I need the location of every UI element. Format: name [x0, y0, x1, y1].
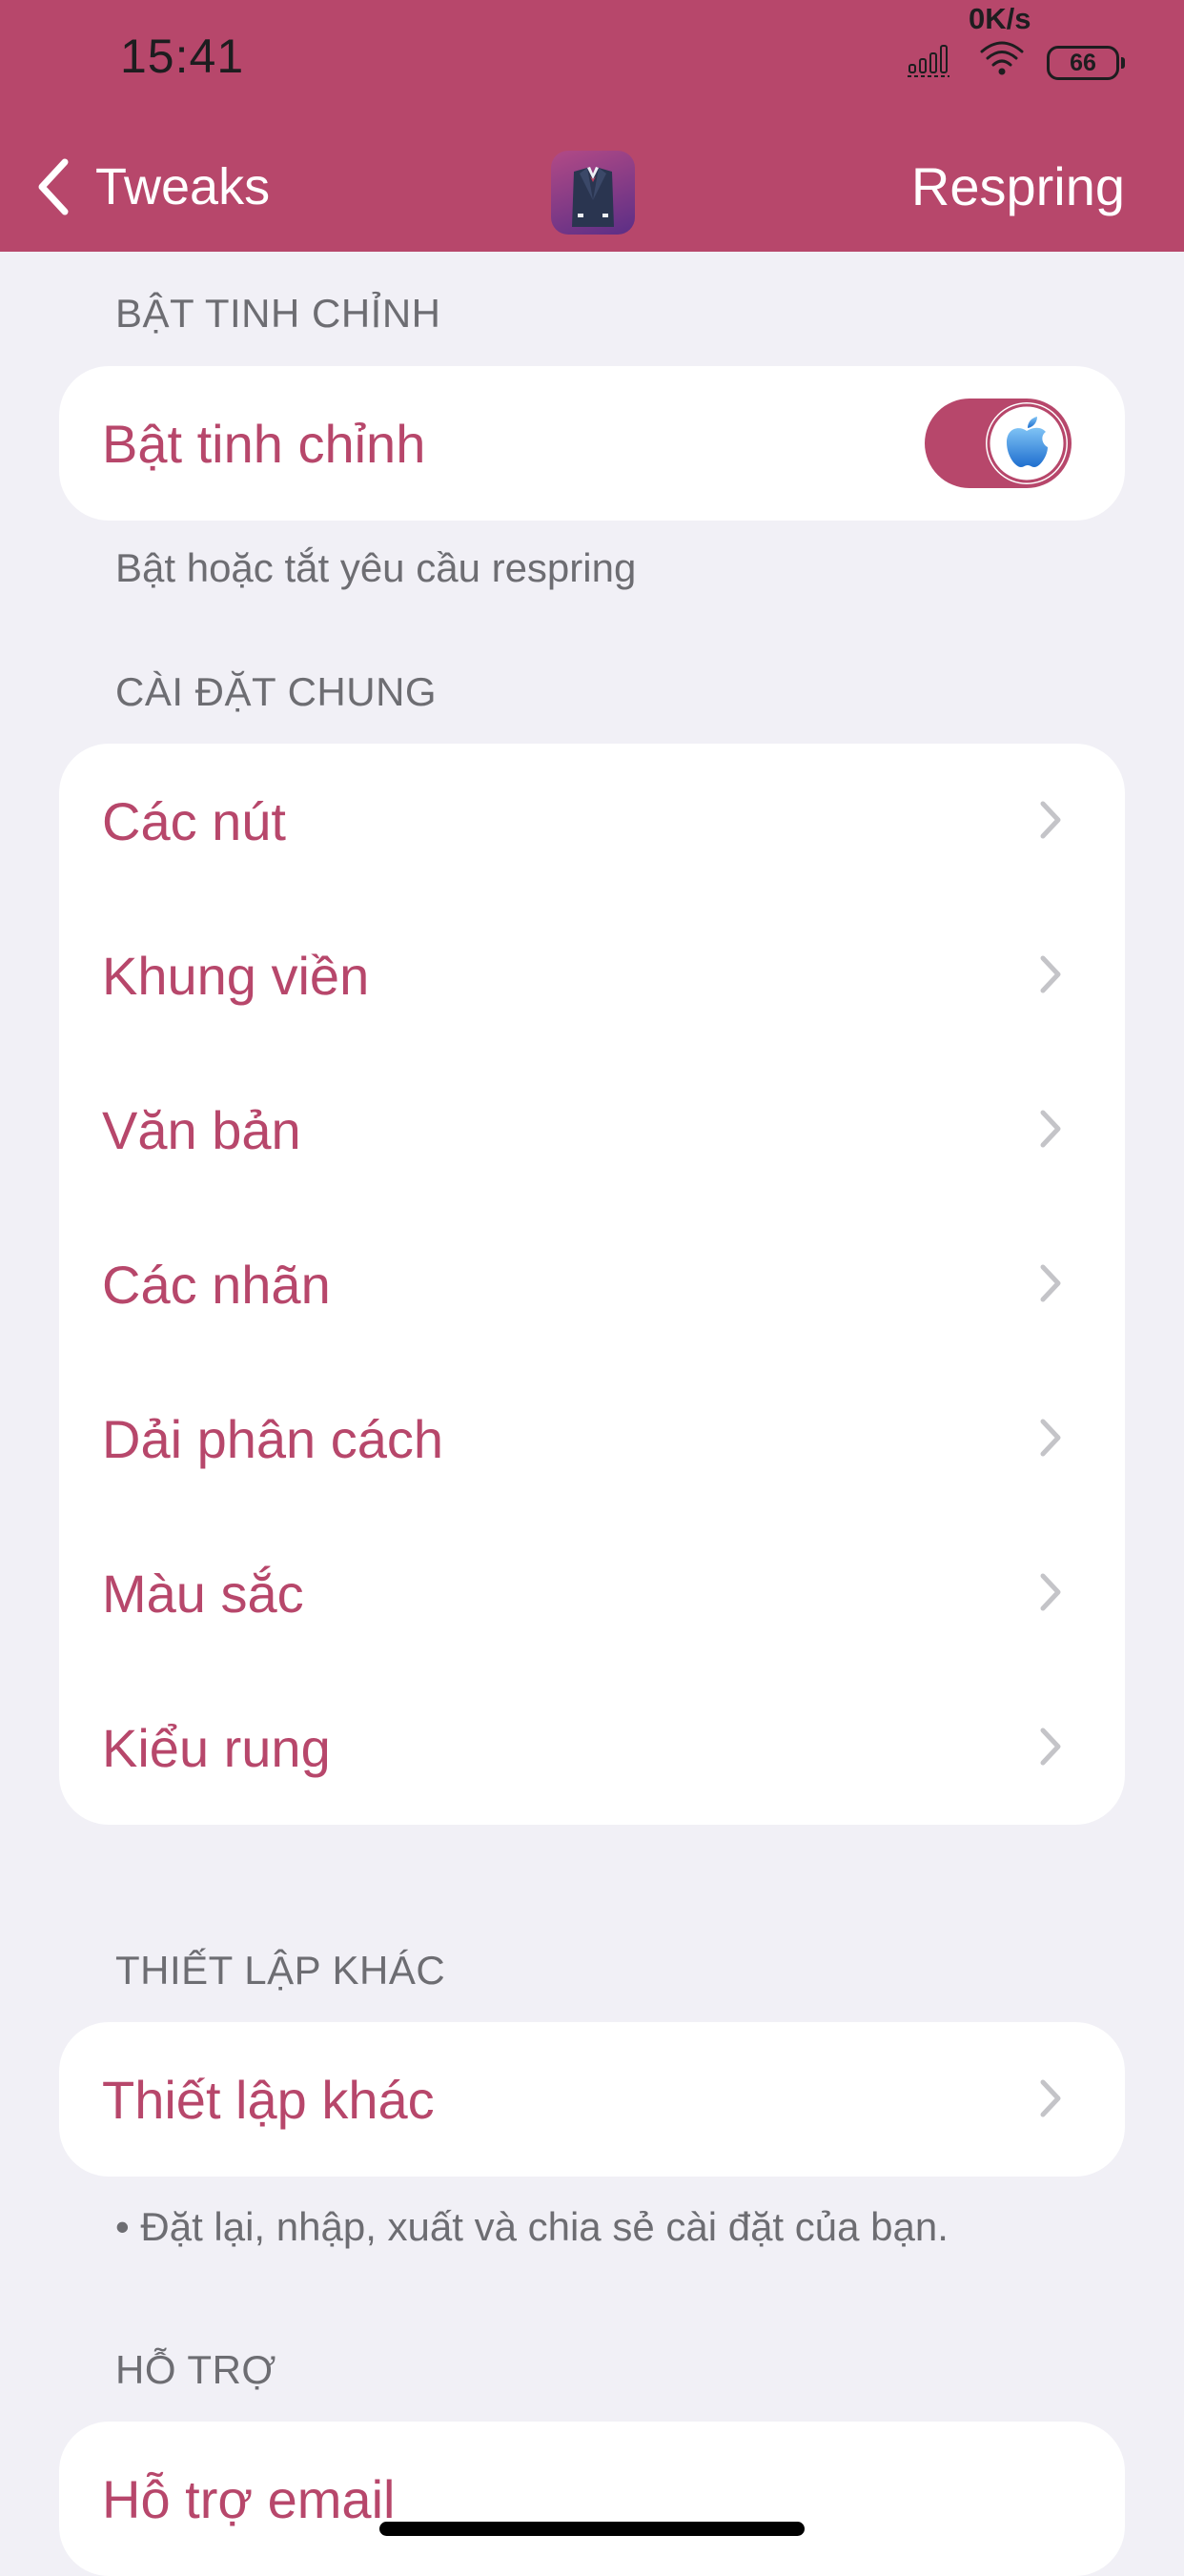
section-footer-enable: Bật hoặc tắt yêu cầu respring [115, 545, 637, 590]
network-speed: 0K/s [969, 2, 1031, 35]
battery-level: 66 [1070, 49, 1096, 76]
chevron-right-icon [1040, 2079, 1061, 2117]
settings-row-other[interactable]: Thiết lập khác [59, 2022, 1125, 2177]
settings-row-haptics[interactable]: Kiểu rung [59, 1670, 1125, 1825]
respring-button[interactable]: Respring [911, 153, 1125, 221]
back-button-label: Tweaks [95, 158, 271, 215]
section-header-support: HỖ TRỢ [115, 2347, 276, 2392]
settings-row-email-support[interactable]: Hỗ trợ email [59, 2422, 1125, 2576]
settings-row-label: Khung viền [102, 945, 370, 1006]
wifi-icon [980, 41, 1024, 75]
chevron-right-icon [1040, 1573, 1061, 1611]
suit-tuxedo-icon [551, 151, 635, 235]
settings-row-label: Hỗ trợ email [102, 2468, 396, 2529]
battery-indicator: 66 [1047, 46, 1125, 80]
navigation-header: 15:41 0K/s 66 Tweaks Respring [0, 0, 1184, 252]
apple-logo-icon [986, 402, 1068, 484]
enable-card: Bật tinh chỉnh [59, 366, 1125, 521]
chevron-right-icon [1040, 801, 1061, 839]
settings-row-label: Văn bản [102, 1099, 301, 1160]
section-header-enable: BẬT TINH CHỈNH [115, 291, 441, 336]
settings-row-label: Kiểu rung [102, 1717, 331, 1778]
enable-tweak-row: Bật tinh chỉnh [59, 366, 1125, 521]
section-header-general: CÀI ĐẶT CHUNG [115, 669, 438, 714]
other-settings-card: Thiết lập khác [59, 2022, 1125, 2177]
settings-row-label: Các nhãn [102, 1254, 331, 1315]
general-settings-card: Các nút Khung viền Văn bản Các nhãn Dải … [59, 744, 1125, 1825]
settings-row-label: Dải phân cách [102, 1408, 444, 1469]
settings-row-separators[interactable]: Dải phân cách [59, 1361, 1125, 1516]
support-card: Hỗ trợ email [59, 2422, 1125, 2576]
section-header-other: THIẾT LẬP KHÁC [115, 1948, 446, 1993]
chevron-right-icon [1040, 1264, 1061, 1302]
chevron-right-icon [1040, 1419, 1061, 1457]
status-time: 15:41 [120, 30, 245, 83]
settings-row-label: Các nút [102, 790, 286, 851]
enable-tweak-toggle[interactable] [925, 399, 1072, 488]
settings-row-label: Màu sắc [102, 1563, 304, 1624]
settings-row-buttons[interactable]: Các nút [59, 744, 1125, 898]
settings-row-text[interactable]: Văn bản [59, 1053, 1125, 1207]
section-footer-other: • Đặt lại, nhập, xuất và chia sẻ cài đặt… [115, 2204, 949, 2249]
chevron-right-icon [1040, 955, 1061, 993]
settings-row-label: Thiết lập khác [102, 2069, 435, 2130]
settings-row-borders[interactable]: Khung viền [59, 898, 1125, 1053]
cellular-signal-icon [908, 45, 949, 77]
settings-row-colors[interactable]: Màu sắc [59, 1516, 1125, 1670]
enable-tweak-label: Bật tinh chỉnh [102, 413, 426, 474]
back-button[interactable]: Tweaks [34, 153, 270, 221]
chevron-right-icon [1040, 1110, 1061, 1148]
home-indicator [379, 2522, 805, 2536]
chevron-left-icon [38, 158, 69, 215]
settings-row-labels[interactable]: Các nhãn [59, 1207, 1125, 1361]
chevron-right-icon [1040, 1728, 1061, 1766]
